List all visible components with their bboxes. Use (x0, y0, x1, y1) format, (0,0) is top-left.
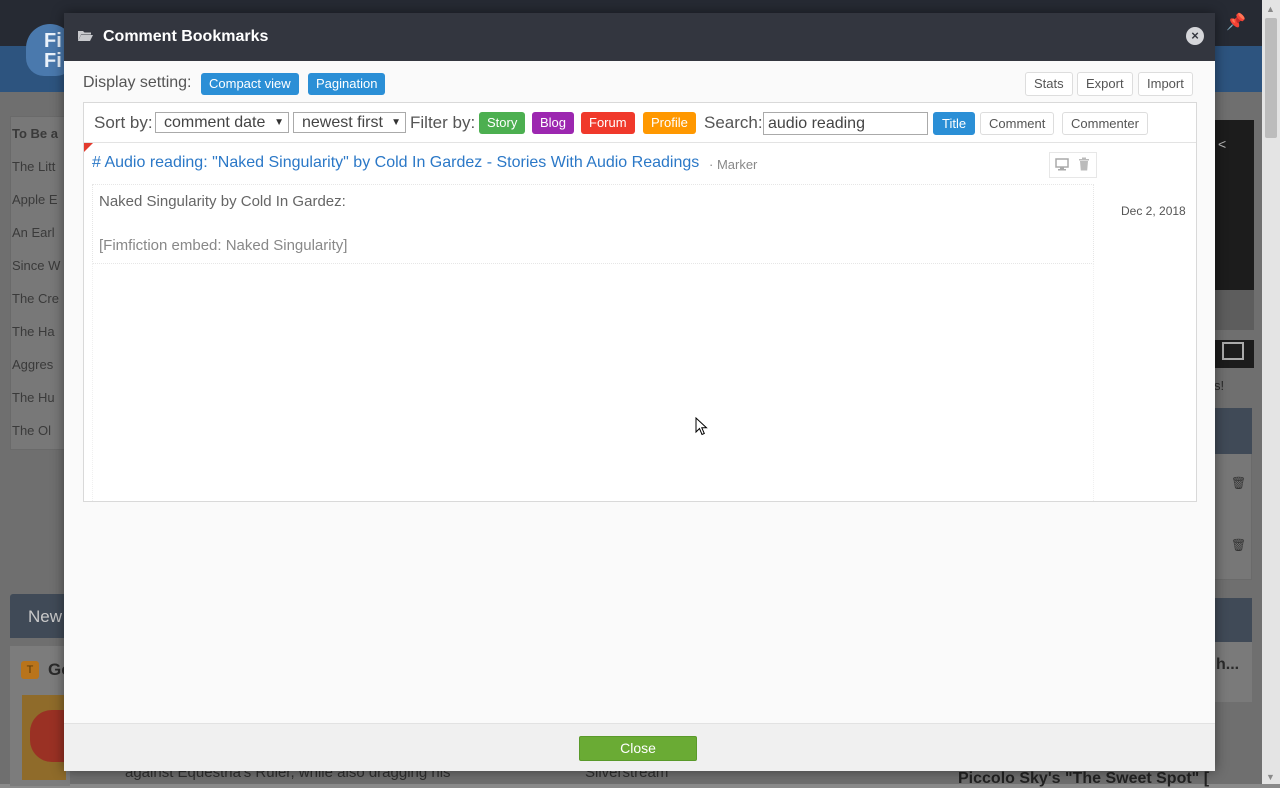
sidebar-item: The Hu (12, 390, 55, 405)
story-thumbnail-art (30, 710, 66, 762)
background-video-gradient (1214, 290, 1254, 330)
sidebar-item: An Earl (12, 225, 55, 240)
bookmarks-empty-area (92, 263, 1094, 501)
new-marker-flag (84, 143, 93, 152)
bookmark-item: # Audio reading: "Naked Singularity" by … (84, 143, 1196, 264)
trash-icon: 🗑 (1231, 538, 1247, 552)
pagination-button[interactable]: Pagination (308, 73, 386, 95)
filter-label: Filter by: (410, 113, 476, 132)
sort-label: Sort by: (94, 113, 153, 132)
search-input[interactable] (763, 112, 928, 135)
close-button[interactable]: Close (579, 736, 697, 761)
monitor-icon[interactable] (1052, 157, 1072, 173)
sort-order-value: newest first (302, 114, 383, 131)
trash-icon: 🗑 (1231, 476, 1247, 490)
close-icon[interactable]: × (1186, 27, 1204, 45)
comment-text: Naked Singularity by Cold In Gardez: (99, 193, 346, 210)
sidebar-item: The Ol (12, 423, 52, 438)
scroll-up-icon[interactable]: ▲ (1266, 4, 1275, 14)
site-logo-text: Fi (44, 50, 62, 72)
sort-order-select[interactable]: newest first ▼ (293, 112, 406, 133)
sidebar-item: The Cre (12, 291, 59, 306)
background-right-title: Piccolo Sky's "The Sweet Spot" [ (958, 770, 1210, 787)
sidebar-heading: To Be a (12, 126, 58, 141)
export-button[interactable]: Export (1077, 72, 1133, 96)
modal-header: Comment Bookmarks × (64, 13, 1215, 61)
sort-field-value: comment date (164, 114, 266, 131)
search-label: Search: (704, 113, 763, 132)
background-right-text: s! (1214, 378, 1225, 393)
filter-blog-button[interactable]: Blog (532, 112, 575, 134)
filter-toolbar: Sort by: comment date ▼ newest first ▼ F… (84, 103, 1196, 143)
sort-field-select[interactable]: comment date ▼ (155, 112, 289, 133)
modal-footer: Close (64, 723, 1215, 771)
share-icon: < (1218, 136, 1227, 152)
filter-story-button[interactable]: Story (479, 112, 526, 134)
sidebar-item: Apple E (12, 192, 58, 207)
comment-bookmarks-modal: Comment Bookmarks × Display setting: Com… (64, 13, 1215, 771)
display-setting-label: Display setting: (83, 74, 192, 91)
sidebar-item: The Ha (12, 324, 55, 339)
page-scrollbar-thumb[interactable] (1265, 18, 1277, 138)
caret-down-icon: ▼ (391, 117, 401, 128)
import-button[interactable]: Import (1138, 72, 1193, 96)
new-stories-bar: New (10, 594, 70, 638)
modal-title: Comment Bookmarks (103, 28, 269, 45)
bookmark-tag: · Marker (709, 157, 758, 172)
pin-icon: 📌 (1226, 14, 1246, 31)
search-comment-button[interactable]: Comment (980, 112, 1055, 135)
sidebar-item: The Litt (12, 159, 56, 174)
story-rating-badge: T (21, 661, 39, 679)
bookmarks-panel: Sort by: comment date ▼ newest first ▼ F… (83, 102, 1197, 502)
background-right-card-title: h... (1216, 656, 1240, 673)
scroll-down-icon[interactable]: ▼ (1266, 772, 1275, 782)
bookmark-comment-body: Naked Singularity by Cold In Gardez: [Fi… (92, 184, 1094, 264)
background-right-bar (1214, 598, 1252, 642)
trash-icon[interactable] (1074, 157, 1094, 173)
sidebar-item: Aggres (12, 357, 54, 372)
comment-embed: [Fimfiction embed: Naked Singularity] (99, 237, 348, 254)
stats-button[interactable]: Stats (1025, 72, 1073, 96)
new-bar-label: New (28, 607, 63, 626)
bookmark-title-link[interactable]: # Audio reading: "Naked Singularity" by … (92, 154, 699, 172)
filter-profile-button[interactable]: Profile (643, 112, 696, 134)
search-commenter-button[interactable]: Commenter (1062, 112, 1148, 135)
sidebar-item: Since W (12, 258, 61, 273)
filter-forum-button[interactable]: Forum (581, 112, 635, 134)
fullscreen-icon (1222, 342, 1244, 360)
mouse-cursor-icon (695, 417, 708, 436)
caret-down-icon: ▼ (274, 117, 284, 128)
search-title-button[interactable]: Title (933, 112, 976, 135)
folder-open-icon (78, 31, 93, 41)
compact-view-button[interactable]: Compact view (201, 73, 299, 95)
background-right-panel-head (1214, 408, 1252, 454)
bookmark-date: Dec 2, 2018 (1121, 204, 1186, 218)
bookmark-actions (1049, 152, 1097, 178)
